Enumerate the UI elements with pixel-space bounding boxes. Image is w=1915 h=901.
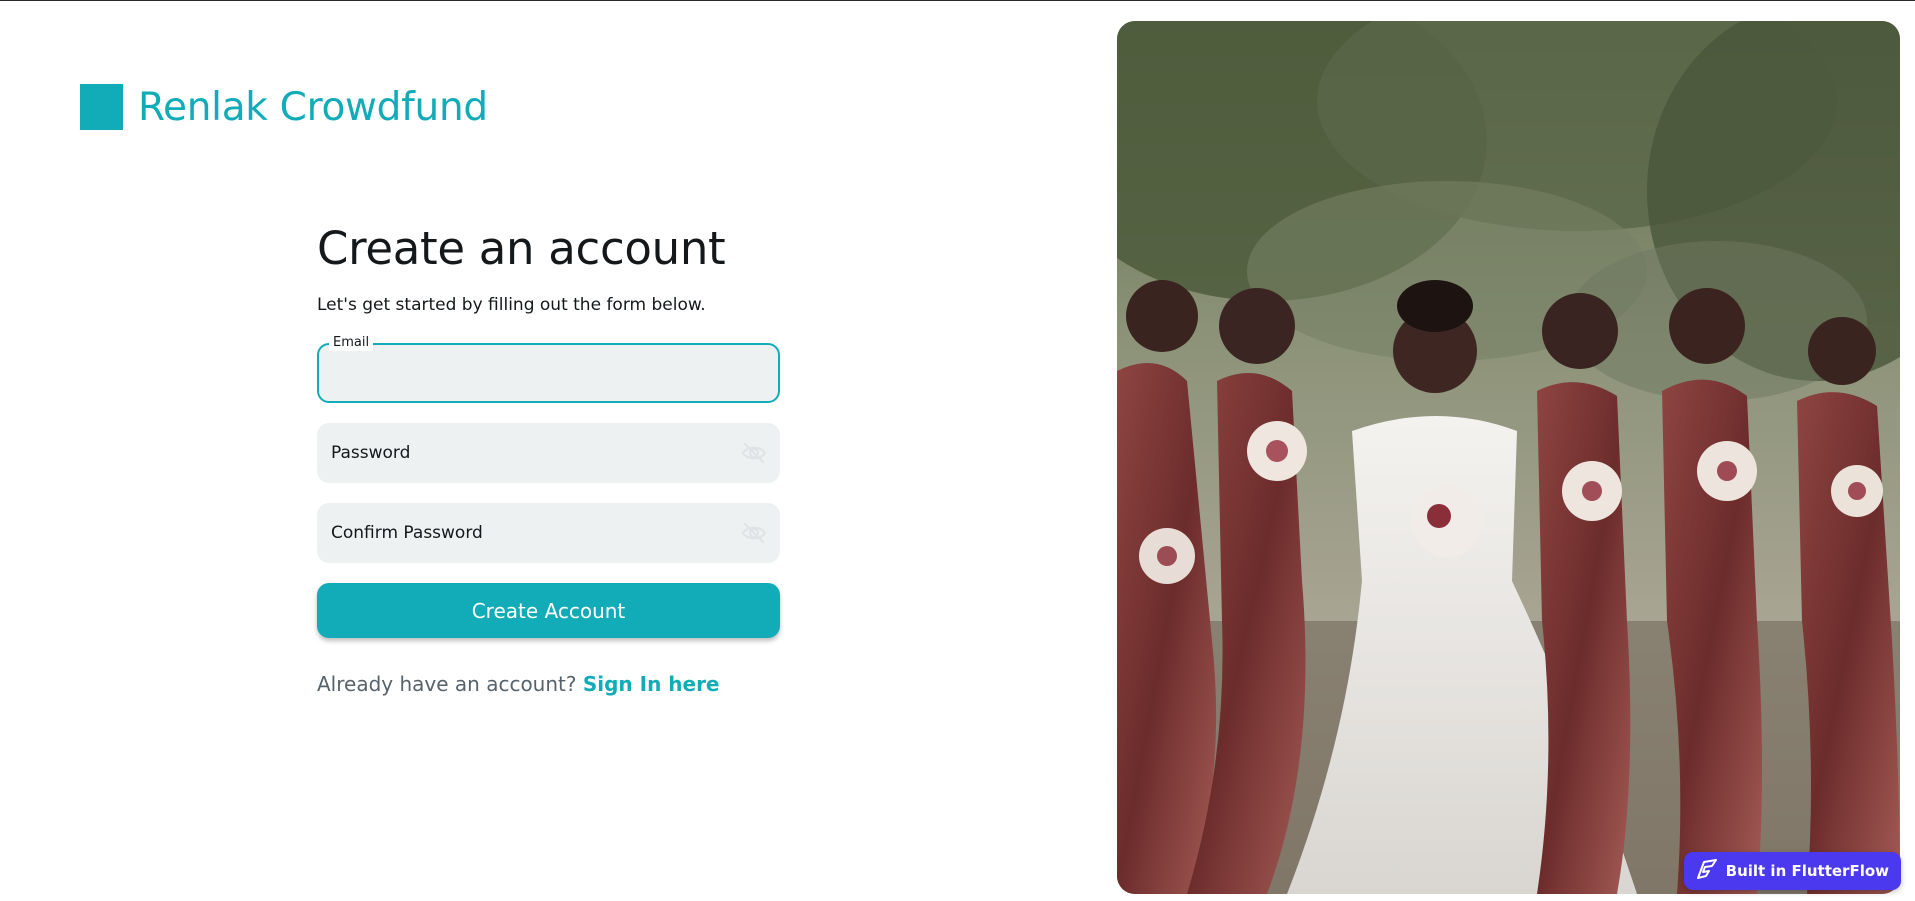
brand-name: Renlak Crowdfund [138,84,488,130]
confirm-password-input[interactable] [319,505,778,561]
password-field [317,423,780,483]
signin-prompt: Already have an account? [317,672,577,696]
eye-off-icon[interactable] [740,522,768,544]
flutterflow-icon [1694,858,1718,884]
page-title: Create an account [317,222,726,275]
email-field: Email [317,335,780,403]
brand: Renlak Crowdfund [80,84,488,130]
create-account-button[interactable]: Create Account [317,583,780,638]
password-input[interactable] [319,425,778,481]
flutterflow-badge-label: Built in FlutterFlow [1725,862,1889,880]
wedding-party-photo [1117,21,1900,894]
signup-form: Create an account Let's get started by f… [317,219,780,696]
signin-row: Already have an account? Sign In here [317,672,780,696]
page-subtitle: Let's get started by filling out the for… [317,295,706,315]
square-logo-icon [80,84,123,130]
confirm-password-field [317,503,780,563]
flutterflow-badge[interactable]: Built in FlutterFlow [1683,852,1901,890]
eye-off-icon[interactable] [740,442,768,464]
signin-link[interactable]: Sign In here [583,672,720,696]
hero-photo [1117,21,1900,894]
email-input[interactable] [319,345,778,401]
